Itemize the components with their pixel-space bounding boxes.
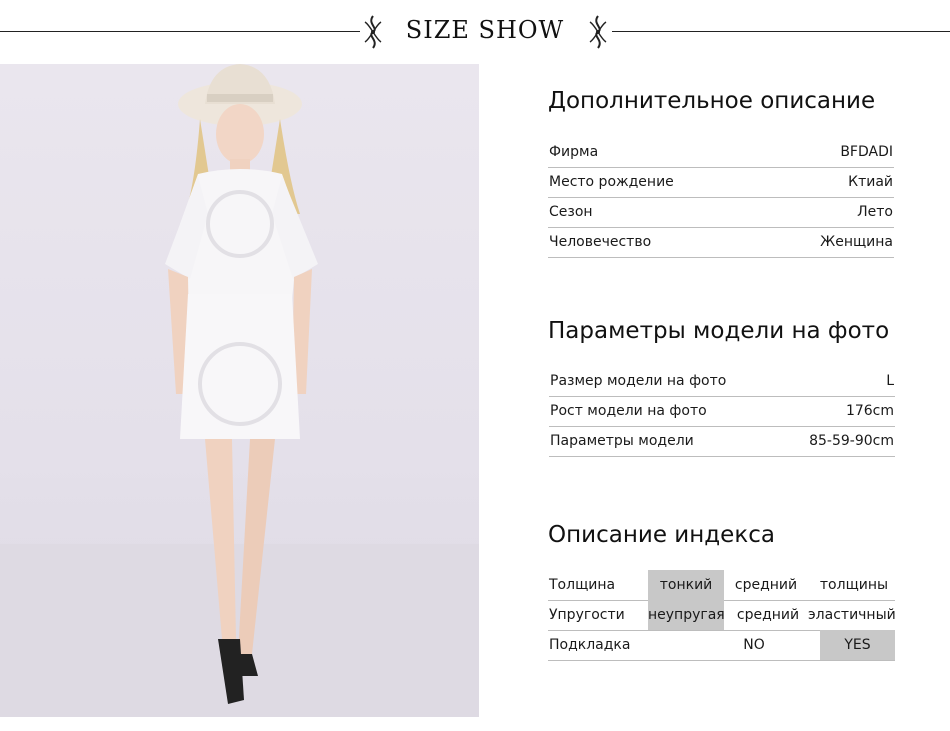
additional-row: Сезон Лето bbox=[548, 197, 894, 228]
row-label: Размер модели на фото bbox=[550, 373, 727, 389]
row-value: L bbox=[886, 373, 894, 389]
model-row: Размер модели на фото L bbox=[549, 366, 895, 397]
lining-option-yes: YES bbox=[820, 630, 895, 660]
elasticity-option-inelastic: неупругая bbox=[648, 600, 725, 630]
additional-row: Место рождение Ктиай bbox=[548, 167, 894, 198]
page-title: SIZE SHOW bbox=[405, 16, 565, 44]
lining-label: Подкладка bbox=[549, 637, 631, 653]
row-label: Параметры модели bbox=[550, 433, 694, 449]
elasticity-option-medium: средний bbox=[736, 607, 800, 623]
row-label: Место рождение bbox=[549, 174, 674, 190]
row-value: Лето bbox=[857, 204, 893, 220]
ornament-left-icon bbox=[364, 15, 382, 49]
thickness-option-medium: средний bbox=[734, 577, 798, 593]
header-rule-left bbox=[0, 31, 360, 32]
header-rule-right bbox=[612, 31, 950, 32]
additional-title: Дополнительное описание bbox=[548, 88, 876, 114]
elasticity-label: Упругости bbox=[549, 607, 625, 623]
ornament-right-icon bbox=[589, 15, 607, 49]
model-title: Параметры модели на фото bbox=[548, 318, 890, 344]
row-value: 176cm bbox=[845, 403, 894, 419]
lining-row: Подкладка NO YES bbox=[548, 630, 895, 661]
row-value: 85-59-90cm bbox=[809, 433, 894, 449]
row-value: BFDADI bbox=[840, 144, 893, 160]
row-value: Женщина bbox=[820, 234, 893, 250]
row-label: Фирма bbox=[549, 144, 599, 160]
thickness-row: Толщина тонкий средний толщины bbox=[548, 570, 895, 601]
thickness-option-thick: толщины bbox=[819, 577, 889, 593]
additional-row: Человечество Женщина bbox=[548, 227, 894, 258]
row-label: Рост модели на фото bbox=[550, 403, 707, 419]
lining-option-no: NO bbox=[743, 637, 765, 653]
elasticity-option-elastic: эластичный bbox=[808, 607, 896, 623]
thickness-option-thin: тонкий bbox=[648, 570, 724, 600]
row-label: Человечество bbox=[549, 234, 652, 250]
row-value: Ктиай bbox=[848, 174, 893, 190]
additional-row: Фирма BFDADI bbox=[548, 137, 894, 168]
product-photo bbox=[0, 64, 479, 717]
model-illustration bbox=[0, 64, 479, 717]
elasticity-row: Упругости неупругая средний эластичный bbox=[548, 600, 896, 631]
model-row: Рост модели на фото 176cm bbox=[549, 396, 895, 427]
model-row: Параметры модели 85-59-90cm bbox=[549, 426, 895, 457]
thickness-label: Толщина bbox=[549, 577, 616, 593]
index-title: Описание индекса bbox=[548, 522, 775, 548]
row-label: Сезон bbox=[549, 204, 593, 220]
